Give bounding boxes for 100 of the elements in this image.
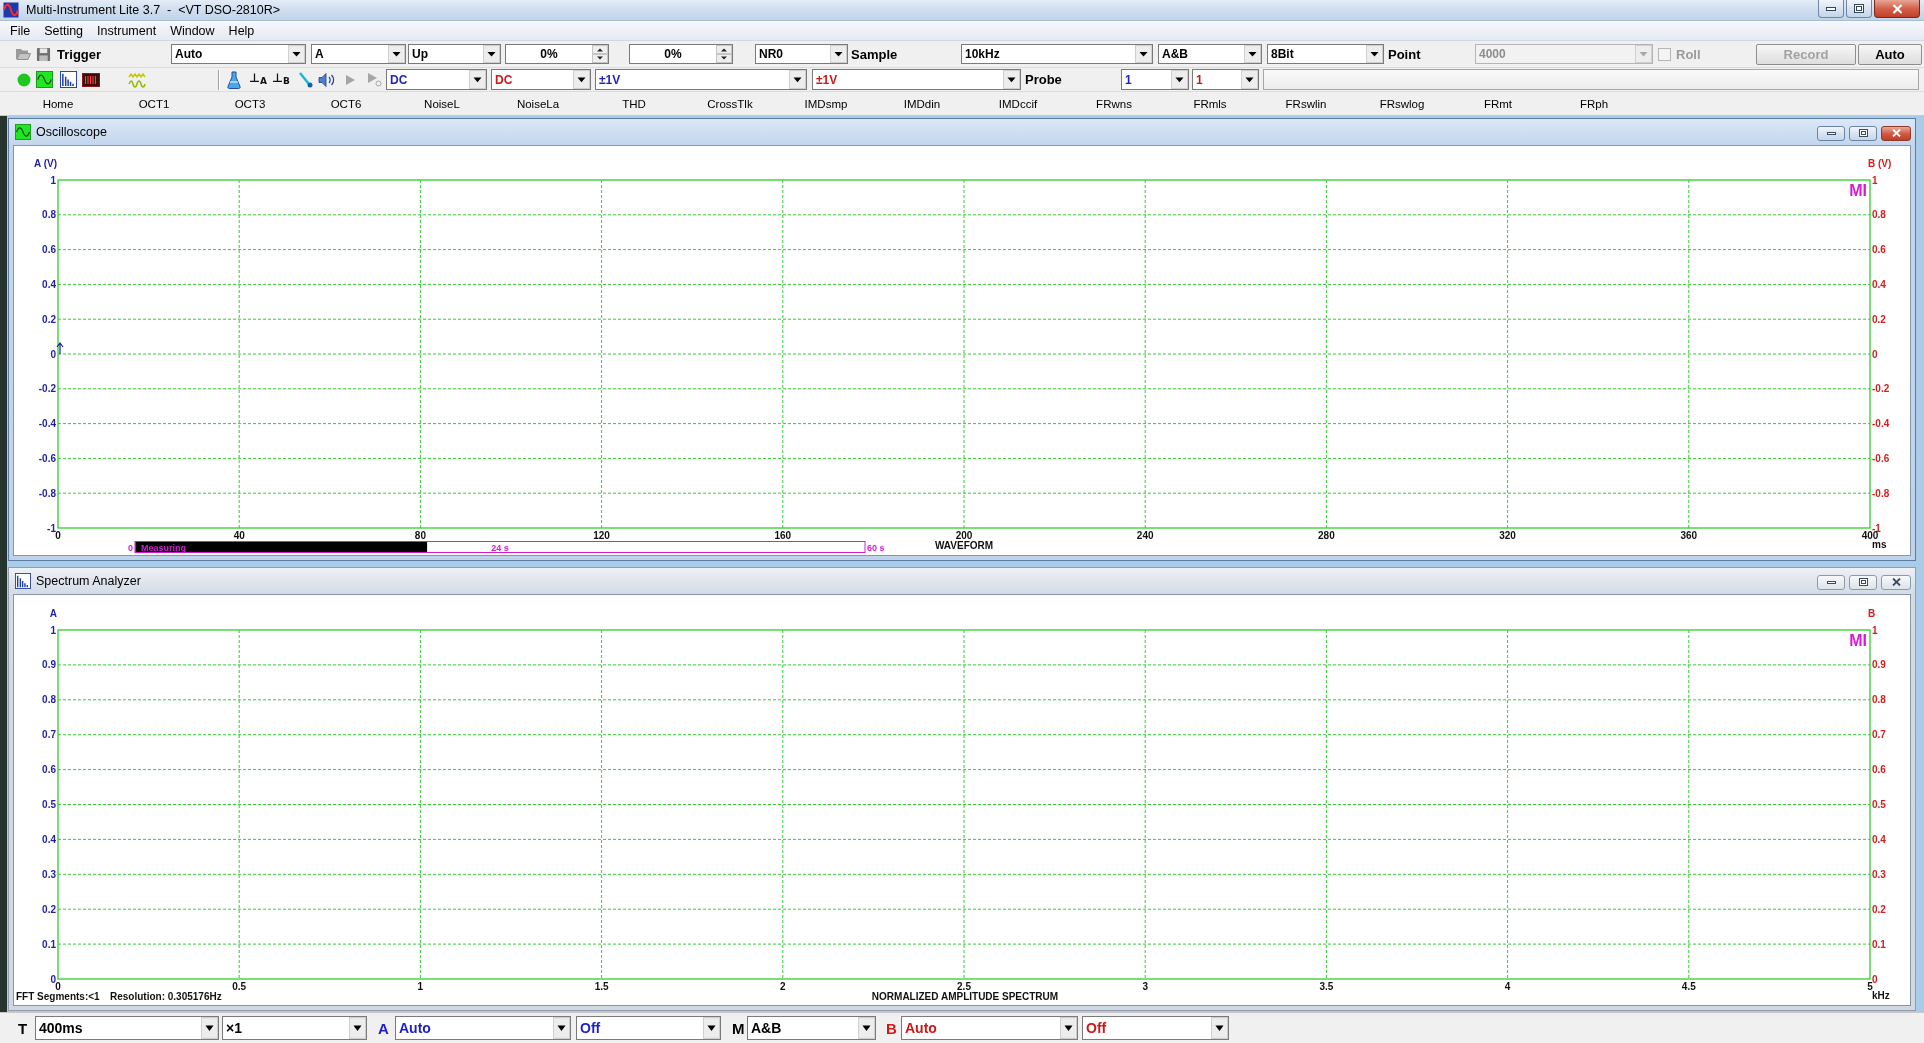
dropdown[interactable]: A [311,44,406,64]
menu-item[interactable]: Setting [37,21,91,40]
bar-chart-icon[interactable] [60,71,77,88]
caret-icon[interactable] [288,45,305,63]
spin-up-icon[interactable] [716,45,732,54]
caret-icon[interactable] [349,1017,366,1039]
close-button[interactable] [1881,125,1911,141]
shortcut-button[interactable]: FRmt [1450,93,1546,114]
sine-wave-icon[interactable] [36,71,53,88]
caret-icon[interactable] [858,1017,875,1039]
shortcut-button[interactable]: IMDdin [874,93,970,114]
restore-button[interactable] [1846,0,1872,18]
speaker-icon[interactable] [317,71,336,88]
caret-icon[interactable] [1366,45,1383,63]
dropdown[interactable]: DC [386,69,487,90]
shortcut-button[interactable]: FRph [1546,93,1642,114]
probe-icon[interactable] [297,71,313,88]
dropdown[interactable]: NR0 [755,44,848,64]
shortcut-button[interactable]: Home [10,93,106,114]
dropdown[interactable]: ±1V [595,69,807,90]
flask-icon[interactable] [227,70,241,89]
caret-icon[interactable] [201,1017,218,1039]
minimize-icon[interactable] [1826,131,1836,135]
dropdown[interactable]: Auto [395,1016,571,1040]
restore-icon[interactable] [1854,4,1864,13]
restore-button[interactable] [1849,574,1877,590]
spin-field[interactable]: 0% [505,44,609,64]
menu-item[interactable]: File [3,21,38,40]
minimize-icon[interactable] [1826,6,1836,11]
shortcut-button[interactable]: FRswlin [1258,93,1354,114]
dot-icon[interactable] [17,72,31,87]
dropdown[interactable]: Off [576,1016,721,1040]
display-icon[interactable] [82,70,100,89]
dropdown[interactable]: Off [1082,1016,1229,1040]
spin-up-icon[interactable] [592,45,608,54]
caret-icon[interactable] [388,45,405,63]
dropdown[interactable]: 8Bit [1267,44,1384,64]
spin-down-icon[interactable] [716,54,732,63]
shortcut-button[interactable]: FRswlog [1354,93,1450,114]
dropdown[interactable]: A&B [747,1016,876,1040]
close-button[interactable] [1881,574,1911,590]
menu-item[interactable]: Instrument [90,21,164,40]
shortcut-button[interactable]: FRwns [1066,93,1162,114]
dropdown[interactable]: 1 [1121,69,1189,90]
shortcut-button[interactable]: OCT1 [106,93,202,114]
menu-item[interactable]: Window [163,21,222,40]
restore-icon[interactable] [1858,129,1868,137]
caret-icon[interactable] [573,70,590,89]
toolbar-button[interactable]: Auto [1858,43,1922,65]
dropdown[interactable]: A&B [1158,44,1262,64]
dropdown[interactable]: ×1 [222,1016,367,1040]
spin-field[interactable]: 0% [629,44,733,64]
offset-button[interactable]: ⊥$_{B}$ [271,71,290,88]
caret-icon[interactable] [1211,1017,1228,1039]
offset-button[interactable]: ⊥$_{A}$ [249,71,267,88]
dropdown[interactable]: DC [491,69,591,90]
restore-button[interactable] [1849,125,1877,141]
shortcut-button[interactable]: OCT6 [298,93,394,114]
dropdown[interactable]: ±1V [812,69,1021,90]
caret-icon[interactable] [1244,45,1261,63]
caret-icon[interactable] [1003,70,1020,89]
minimize-button[interactable] [1817,125,1845,141]
dropdown[interactable]: Auto [171,44,306,64]
dropdown[interactable]: Auto [901,1016,1078,1040]
save-icon[interactable] [36,46,51,62]
shortcut-button[interactable]: FRmls [1162,93,1258,114]
dropdown[interactable]: 400ms [35,1016,219,1040]
shortcut-button[interactable]: IMDsmp [778,93,874,114]
up-arrow-icon[interactable] [56,342,64,355]
caret-icon[interactable] [1171,70,1188,89]
toolbar-label: M [732,1019,745,1037]
shortcut-button[interactable]: NoiseLa [490,93,586,114]
shortcut-button[interactable]: CrossTlk [682,93,778,114]
minimize-icon[interactable] [1826,580,1836,584]
shortcut-button[interactable]: IMDccif [970,93,1066,114]
axis-tick-label: 0.4 [42,833,56,845]
dropdown[interactable]: 10kHz [961,44,1153,64]
caret-icon[interactable] [483,45,500,63]
caret-icon[interactable] [469,70,486,89]
close-button[interactable] [1874,0,1920,18]
caret-icon[interactable] [1241,70,1258,89]
shortcut-button[interactable]: NoiseL [394,93,490,114]
axis-tick-label: 0 [1872,348,1878,360]
caret-icon[interactable] [1060,1017,1077,1039]
caret-icon[interactable] [789,70,806,89]
shortcut-button[interactable]: OCT3 [202,93,298,114]
caret-icon[interactable] [830,45,847,63]
restore-icon[interactable] [1858,578,1868,586]
shortcut-button[interactable]: THD [586,93,682,114]
caret-icon[interactable] [703,1017,720,1039]
folder-icon[interactable] [15,47,31,61]
spin-down-icon[interactable] [592,54,608,63]
menu-item[interactable]: Help [221,21,262,40]
caret-icon[interactable] [1135,45,1152,63]
dropdown[interactable]: Up [408,44,501,64]
dropdown[interactable]: 1 [1192,69,1259,90]
close-icon[interactable] [1891,578,1901,586]
minimize-button[interactable] [1818,0,1844,18]
caret-icon[interactable] [553,1017,570,1039]
minimize-button[interactable] [1817,574,1845,590]
